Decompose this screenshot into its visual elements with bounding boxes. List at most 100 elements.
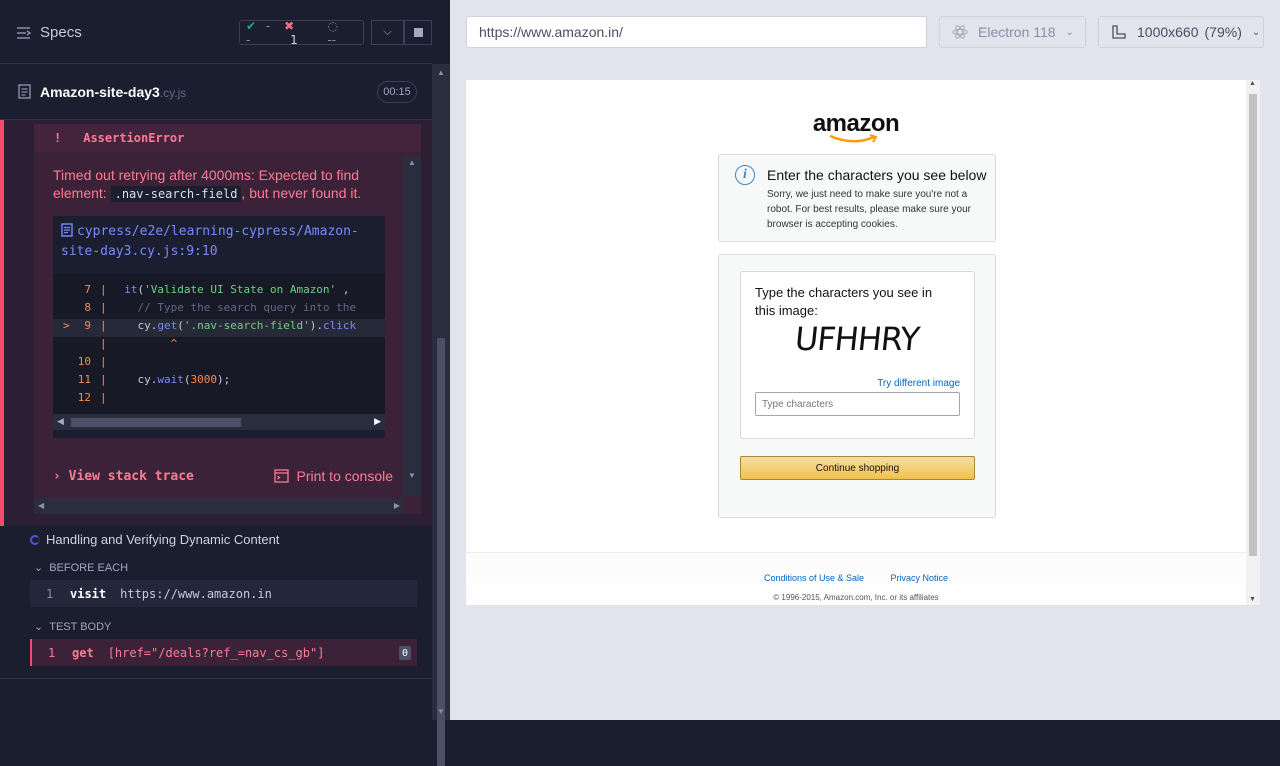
element-count-badge: 0 xyxy=(399,646,411,660)
code-line: 12 | xyxy=(77,391,107,404)
command-arg: https://www.amazon.in xyxy=(120,586,272,601)
scrollbar-thumb[interactable] xyxy=(1249,94,1257,556)
try-different-image-link[interactable]: Try different image xyxy=(877,378,960,389)
browser-name: Electron 118 xyxy=(978,24,1056,40)
aut-scrollbar[interactable]: ▲ ▼ xyxy=(1246,80,1260,605)
scroll-up-icon[interactable]: ▲ xyxy=(408,158,416,167)
scrollbar-thumb[interactable] xyxy=(437,338,445,766)
chevron-down-icon: ⌄ xyxy=(34,562,44,574)
info-alert: i Enter the characters you see below Sor… xyxy=(718,154,996,242)
continue-shopping-button[interactable]: Continue shopping xyxy=(740,456,975,480)
error-actions: › View stack trace Print to console xyxy=(53,464,393,488)
info-icon: i xyxy=(735,165,755,185)
scroll-left-icon[interactable]: ◀ xyxy=(38,501,44,510)
command-row-get[interactable]: 1 get [href="/deals?ref_=nav_cs_gb"] 0 xyxy=(30,639,417,666)
ruler-icon xyxy=(1112,25,1126,39)
scroll-right-icon[interactable]: ▶ xyxy=(394,501,400,510)
code-line: 10 | xyxy=(77,355,107,368)
aut-iframe: amazon i Enter the characters you see be… xyxy=(466,80,1260,605)
scroll-down-icon[interactable]: ▼ xyxy=(408,471,416,480)
spec-ext: .cy.js xyxy=(159,86,187,100)
captcha-container: Type the characters you see in this imag… xyxy=(718,254,996,518)
chevron-down-icon: ⌵ xyxy=(383,26,392,38)
command-index: 1 xyxy=(48,645,56,660)
scroll-up-icon[interactable]: ▲ xyxy=(1249,80,1256,87)
reporter-panel: Specs ✔ -- ✖ 1 ◌ -- ⌵ Amazon-site-day3.c… xyxy=(0,0,450,766)
pending-count: ◌ -- xyxy=(315,19,363,47)
code-line: | ^ xyxy=(100,337,178,350)
scrollbar-thumb[interactable] xyxy=(71,418,241,427)
error-title-bar: ! AssertionError xyxy=(34,124,421,152)
code-line: 7 | it('Validate UI State on Amazon' , xyxy=(84,283,350,296)
pending-icon: ◌ xyxy=(327,18,338,33)
scroll-down-icon[interactable]: ▼ xyxy=(437,707,445,716)
code-frame: cypress/e2e/learning-cypress/Amazon-site… xyxy=(53,216,385,438)
chevron-down-icon: ⌄ xyxy=(34,621,44,633)
error-horizontal-scrollbar[interactable]: ◀ ▶ xyxy=(34,498,404,514)
specs-toggle[interactable]: Specs xyxy=(16,24,82,41)
code-line: 8 | // Type the search query into the xyxy=(84,301,357,314)
footer-links: Conditions of Use & Sale Privacy Notice xyxy=(466,573,1246,583)
viewport-size: 1000x660 xyxy=(1137,24,1199,40)
command-index: 1 xyxy=(46,586,54,601)
scroll-left-icon[interactable]: ◀ xyxy=(57,416,64,427)
chevron-down-icon: ⌄ xyxy=(1251,26,1261,38)
command-name: get xyxy=(72,645,94,660)
test-item-dynamic-content[interactable]: Handling and Verifying Dynamic Content xyxy=(30,532,279,547)
reporter-header: Specs ✔ -- ✖ 1 ◌ -- ⌵ xyxy=(0,0,432,64)
command-row-visit[interactable]: 1 visit https://www.amazon.in xyxy=(30,580,417,607)
command-name: visit xyxy=(70,586,107,601)
error-vertical-scrollbar[interactable]: ▲ ▼ xyxy=(403,156,421,496)
error-name: AssertionError xyxy=(83,131,185,145)
console-icon xyxy=(273,469,289,483)
scroll-down-icon[interactable]: ▼ xyxy=(1249,596,1256,603)
error-selector: .nav-search-field xyxy=(110,186,242,202)
reporter-scrollbar[interactable]: ▲ ▼ xyxy=(432,64,450,766)
divider xyxy=(0,678,432,679)
scroll-right-icon[interactable]: ▶ xyxy=(374,416,381,427)
code-frame-file-link[interactable]: cypress/e2e/learning-cypress/Amazon-site… xyxy=(61,222,381,262)
command-arg: [href="/deals?ref_=nav_cs_gb"] xyxy=(107,645,325,660)
amazon-footer: Conditions of Use & Sale Privacy Notice … xyxy=(466,552,1246,605)
url-bar[interactable]: https://www.amazon.in/ xyxy=(466,16,927,48)
stop-icon xyxy=(413,28,423,37)
toggle-auto-scroll-button[interactable]: ⌵ xyxy=(371,20,404,45)
running-spinner-icon xyxy=(30,534,40,545)
hook-test-body[interactable]: ⌄ TEST BODY xyxy=(34,620,111,634)
failed-count: ✖ 1 xyxy=(284,18,298,47)
copyright: © 1996-2015, Amazon.com, Inc. or its aff… xyxy=(773,593,939,602)
file-icon xyxy=(18,84,31,99)
chevron-down-icon: ⌄ xyxy=(1065,26,1074,38)
info-text: Sorry, we just need to make sure you're … xyxy=(767,189,971,230)
specs-label: Specs xyxy=(40,24,82,41)
spec-header: Amazon-site-day3.cy.js 00:15 xyxy=(0,64,432,120)
spec-duration: 00:15 xyxy=(377,81,417,103)
file-icon xyxy=(61,223,73,237)
view-stack-trace-button[interactable]: › View stack trace xyxy=(53,469,194,484)
browser-selector[interactable]: Electron 118 ⌄ xyxy=(939,16,1086,48)
error-message: Timed out retrying after 4000ms: Expecte… xyxy=(53,167,362,202)
conditions-link[interactable]: Conditions of Use & Sale xyxy=(764,573,864,583)
spec-name[interactable]: Amazon-site-day3.cy.js xyxy=(40,84,186,100)
code-horizontal-scrollbar[interactable]: ◀ ▶ xyxy=(53,414,385,430)
scroll-up-icon[interactable]: ▲ xyxy=(437,68,445,77)
menu-icon xyxy=(17,26,32,39)
code-text: it('Validate UI State on Amazon' , xyxy=(124,283,350,296)
captcha-image: UFHHRY xyxy=(793,320,921,358)
info-heading: Enter the characters you see below xyxy=(767,167,987,183)
privacy-link[interactable]: Privacy Notice xyxy=(891,573,949,583)
captcha-label: Type the characters you see in this imag… xyxy=(755,285,933,318)
test-error-panel: ! AssertionError Timed out retrying afte… xyxy=(0,120,432,526)
print-to-console-button[interactable]: Print to console xyxy=(273,468,393,484)
passed-count: ✔ -- xyxy=(246,18,271,47)
amazon-smile-icon xyxy=(829,134,878,143)
captcha-input[interactable]: Type characters xyxy=(755,392,960,416)
code-line-highlighted: >9 | cy.get('.nav-search-field').click xyxy=(53,319,385,337)
test-stats: ✔ -- ✖ 1 ◌ -- xyxy=(239,18,364,47)
stop-button[interactable] xyxy=(404,20,432,45)
viewport-info[interactable]: 1000x660 (79%) ⌄ xyxy=(1098,16,1264,48)
captcha-form: Type the characters you see in this imag… xyxy=(740,271,975,439)
hook-before-each[interactable]: ⌄ BEFORE EACH xyxy=(34,561,128,575)
aut-panel: https://www.amazon.in/ Electron 118 ⌄ 10… xyxy=(450,0,1280,720)
viewport-zoom: (79%) xyxy=(1204,24,1242,40)
